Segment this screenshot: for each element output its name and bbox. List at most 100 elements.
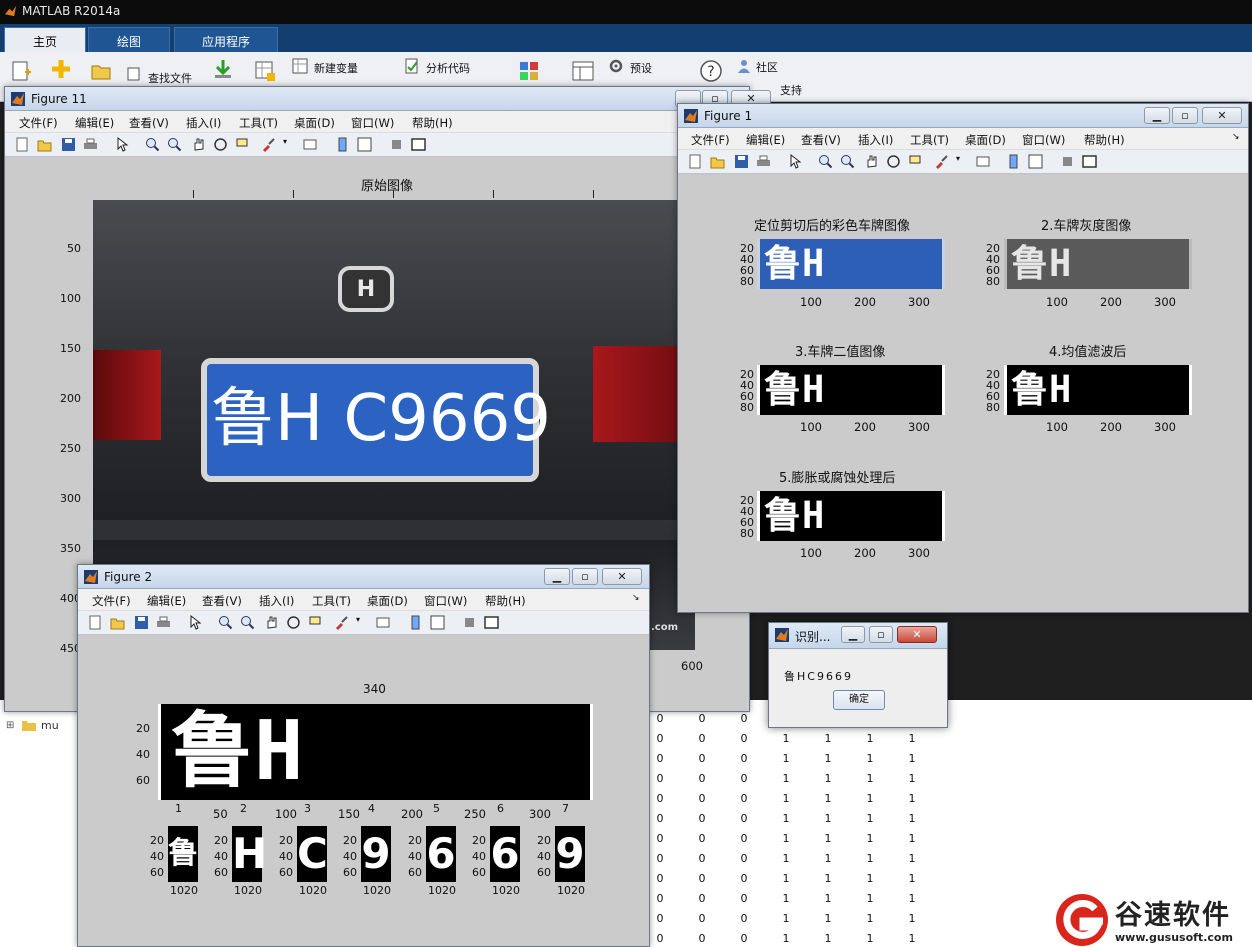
- grid-cell[interactable]: 0: [734, 892, 754, 905]
- brush-icon[interactable]: [334, 615, 349, 630]
- new-icon[interactable]: [50, 58, 72, 80]
- menu-file[interactable]: 文件(F): [691, 132, 730, 148]
- grid-cell[interactable]: 0: [650, 792, 670, 805]
- preferences-button[interactable]: 预设: [630, 60, 652, 76]
- grid-cell[interactable]: 1: [902, 772, 922, 785]
- grid-cell[interactable]: 1: [860, 812, 880, 825]
- find-files-icon[interactable]: [126, 66, 142, 82]
- menu-edit[interactable]: 编辑(E): [75, 115, 114, 131]
- grid-cell[interactable]: 0: [692, 752, 712, 765]
- brush-icon[interactable]: [934, 154, 949, 169]
- grid-cell[interactable]: 1: [818, 832, 838, 845]
- grid-cell[interactable]: 1: [902, 932, 922, 945]
- dock-arrow-icon[interactable]: ↘: [1232, 132, 1240, 142]
- grid-cell[interactable]: 1: [776, 812, 796, 825]
- zoom-in-icon[interactable]: [818, 154, 833, 169]
- menu-desktop[interactable]: 桌面(D): [294, 115, 335, 131]
- grid-cell[interactable]: 1: [818, 852, 838, 865]
- menu-file[interactable]: 文件(F): [92, 593, 131, 609]
- hide-plot-tools-icon[interactable]: [389, 137, 404, 152]
- menu-window[interactable]: 窗口(W): [424, 593, 467, 609]
- print-icon[interactable]: [83, 137, 98, 152]
- grid-cell[interactable]: 1: [818, 932, 838, 945]
- rotate-3d-icon[interactable]: [213, 137, 228, 152]
- menu-desktop[interactable]: 桌面(D): [965, 132, 1006, 148]
- grid-cell[interactable]: 0: [650, 712, 670, 725]
- minimize-button[interactable]: ▁: [1144, 107, 1170, 124]
- layout-icon[interactable]: [572, 60, 594, 82]
- brush-dropdown-icon[interactable]: ▾: [956, 154, 971, 169]
- grid-cell[interactable]: 1: [902, 812, 922, 825]
- rotate-3d-icon[interactable]: [286, 615, 301, 630]
- grid-cell[interactable]: 1: [902, 752, 922, 765]
- grid-cell[interactable]: 0: [650, 852, 670, 865]
- edit-plot-arrow-icon[interactable]: [788, 154, 803, 169]
- grid-cell[interactable]: 1: [776, 732, 796, 745]
- grid-cell[interactable]: 1: [776, 872, 796, 885]
- rotate-3d-icon[interactable]: [886, 154, 901, 169]
- open-file-icon[interactable]: [37, 137, 52, 152]
- open-file-icon[interactable]: [710, 154, 725, 169]
- grid-cell[interactable]: 1: [860, 932, 880, 945]
- grid-cell[interactable]: 0: [692, 712, 712, 725]
- grid-cell[interactable]: 0: [734, 832, 754, 845]
- grid-cell[interactable]: 0: [692, 772, 712, 785]
- pan-icon[interactable]: [191, 137, 206, 152]
- grid-cell[interactable]: 0: [650, 752, 670, 765]
- grid-cell[interactable]: 1: [776, 912, 796, 925]
- grid-cell[interactable]: 0: [692, 892, 712, 905]
- gear-icon[interactable]: [608, 58, 624, 74]
- grid-cell[interactable]: 0: [692, 792, 712, 805]
- close-button[interactable]: ✕: [1202, 107, 1242, 124]
- grid-cell[interactable]: 1: [776, 892, 796, 905]
- grid-cell[interactable]: 1: [776, 792, 796, 805]
- grid-cell[interactable]: 1: [818, 732, 838, 745]
- analyze-code-button[interactable]: 分析代码: [426, 60, 470, 76]
- grid-cell[interactable]: 0: [734, 792, 754, 805]
- support-link[interactable]: 支持: [780, 82, 802, 98]
- save-workspace-icon[interactable]: [254, 60, 276, 82]
- maximize-button[interactable]: ▫: [869, 626, 893, 643]
- data-cursor-icon[interactable]: [235, 137, 250, 152]
- menu-window[interactable]: 窗口(W): [1022, 132, 1065, 148]
- menu-view[interactable]: 查看(V): [202, 593, 242, 609]
- show-plot-tools-icon[interactable]: [484, 615, 499, 630]
- grid-cell[interactable]: 1: [776, 832, 796, 845]
- menu-help[interactable]: 帮助(H): [412, 115, 453, 131]
- grid-cell[interactable]: 1: [818, 892, 838, 905]
- show-plot-tools-icon[interactable]: [1082, 154, 1097, 169]
- menu-desktop[interactable]: 桌面(D): [367, 593, 408, 609]
- grid-cell[interactable]: 1: [902, 732, 922, 745]
- new-figure-icon[interactable]: [88, 615, 103, 630]
- grid-cell[interactable]: 1: [776, 932, 796, 945]
- grid-cell[interactable]: 0: [650, 832, 670, 845]
- help-icon[interactable]: ?: [700, 60, 722, 82]
- colorbar-icon[interactable]: [408, 615, 423, 630]
- menu-edit[interactable]: 编辑(E): [147, 593, 186, 609]
- grid-cell[interactable]: 0: [692, 732, 712, 745]
- grid-cell[interactable]: 1: [902, 912, 922, 925]
- edit-plot-arrow-icon[interactable]: [115, 137, 130, 152]
- show-plot-tools-icon[interactable]: [411, 137, 426, 152]
- grid-cell[interactable]: 1: [818, 812, 838, 825]
- edit-plot-arrow-icon[interactable]: [188, 615, 203, 630]
- brush-dropdown-icon[interactable]: ▾: [356, 615, 371, 630]
- open-file-icon[interactable]: [110, 615, 125, 630]
- pan-icon[interactable]: [864, 154, 879, 169]
- zoom-in-icon[interactable]: [218, 615, 233, 630]
- new-figure-icon[interactable]: [15, 137, 30, 152]
- close-button[interactable]: ✕: [602, 568, 642, 585]
- grid-cell[interactable]: 1: [818, 792, 838, 805]
- grid-cell[interactable]: 0: [734, 932, 754, 945]
- find-files-button[interactable]: 查找文件: [148, 70, 192, 86]
- colorbar-icon[interactable]: [1006, 154, 1021, 169]
- grid-cell[interactable]: 1: [860, 732, 880, 745]
- grid-cell[interactable]: 1: [902, 852, 922, 865]
- menu-tools[interactable]: 工具(T): [312, 593, 351, 609]
- grid-cell[interactable]: 1: [860, 892, 880, 905]
- folder-item-label[interactable]: mu: [41, 719, 59, 732]
- new-variable-button[interactable]: 新建变量: [314, 60, 358, 76]
- menu-view[interactable]: 查看(V): [129, 115, 169, 131]
- minimize-button[interactable]: ▁: [544, 568, 570, 585]
- legend-icon[interactable]: [1028, 154, 1043, 169]
